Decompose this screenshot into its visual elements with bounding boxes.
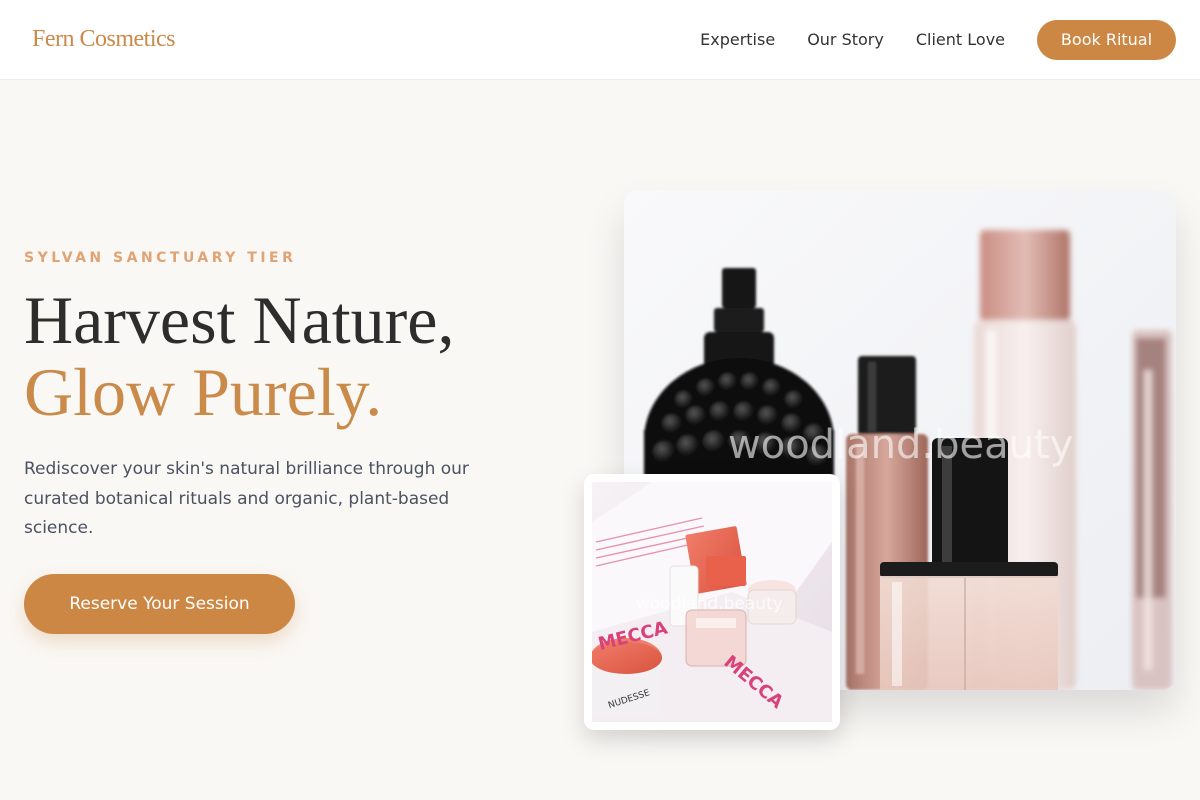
brand-logo[interactable]: Fern Cosmetics [32,26,176,53]
headline-line-2: Glow Purely. [24,354,383,430]
gift-box-image: NUDESSE MECCA MECCA woodland.beauty [592,482,832,722]
hero-eyebrow: SYLVAN SANCTUARY TIER [24,250,297,266]
secondary-product-photo: NUDESSE MECCA MECCA woodland.beauty [584,474,840,730]
book-ritual-button[interactable]: Book Ritual [1037,20,1176,60]
main-nav: Expertise Our Story Client Love Book Rit… [700,20,1176,60]
nav-link-expertise[interactable]: Expertise [700,20,775,60]
main-photo-watermark: woodland.beauty [728,422,1073,468]
nav-link-our-story[interactable]: Our Story [807,20,884,60]
reserve-session-button[interactable]: Reserve Your Session [24,574,295,634]
secondary-photo-watermark: woodland.beauty [636,594,783,614]
hero-headline: Harvest Nature, Glow Purely. [24,284,454,428]
site-header: Fern Cosmetics Expertise Our Story Clien… [0,0,1200,80]
nav-link-client-love[interactable]: Client Love [916,20,1005,60]
headline-line-1: Harvest Nature, [24,282,455,358]
hero-description: Rediscover your skin's natural brillianc… [24,459,469,538]
